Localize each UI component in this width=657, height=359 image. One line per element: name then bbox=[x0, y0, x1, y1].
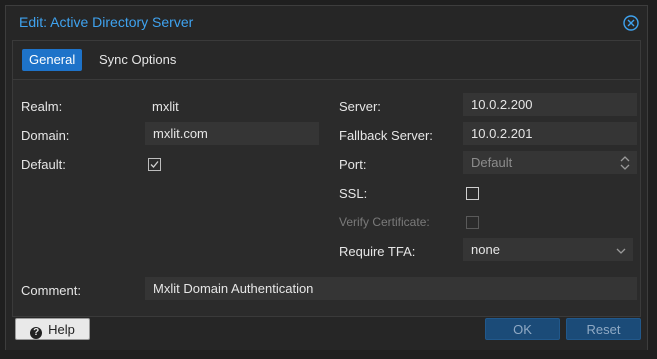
dialog-title: Edit: Active Directory Server bbox=[19, 14, 194, 30]
help-button[interactable]: ? Help bbox=[15, 318, 90, 340]
fallback-server-label: Fallback Server: bbox=[339, 128, 433, 143]
reset-button[interactable]: Reset bbox=[566, 318, 641, 340]
domain-field[interactable]: mxlit.com bbox=[145, 122, 319, 145]
dialog-footer: ? Help OK Reset bbox=[6, 317, 647, 350]
server-label: Server: bbox=[339, 99, 381, 114]
form-panel: General Sync Options Realm: mxlit Domain… bbox=[12, 40, 641, 317]
port-placeholder: Default bbox=[471, 155, 513, 170]
tab-sync-options[interactable]: Sync Options bbox=[92, 49, 183, 71]
default-checkbox[interactable] bbox=[148, 158, 161, 171]
port-label: Port: bbox=[339, 157, 367, 172]
tab-general[interactable]: General bbox=[22, 49, 83, 71]
ssl-label: SSL: bbox=[339, 186, 368, 201]
comment-label: Comment: bbox=[21, 283, 81, 298]
fallback-server-field[interactable]: 10.0.2.201 bbox=[463, 122, 637, 145]
require-tfa-value: none bbox=[471, 242, 500, 257]
server-field[interactable]: 10.0.2.200 bbox=[463, 93, 637, 116]
require-tfa-select[interactable]: none bbox=[463, 238, 633, 261]
help-icon: ? bbox=[30, 327, 43, 339]
tab-bar: General Sync Options bbox=[13, 41, 640, 80]
close-icon[interactable] bbox=[623, 15, 639, 31]
verify-certificate-label: Verify Certificate: bbox=[339, 215, 430, 229]
spinner-arrows-icon[interactable] bbox=[619, 156, 631, 170]
realm-label: Realm: bbox=[21, 99, 63, 114]
realm-value: mxlit bbox=[152, 99, 179, 114]
edit-ad-server-dialog: Edit: Active Directory Server General Sy… bbox=[5, 5, 648, 350]
port-field[interactable]: Default bbox=[463, 151, 637, 174]
comment-field[interactable]: Mxlit Domain Authentication bbox=[145, 277, 637, 300]
chevron-down-icon[interactable] bbox=[615, 244, 627, 258]
ssl-checkbox[interactable] bbox=[466, 187, 479, 200]
require-tfa-label: Require TFA: bbox=[339, 244, 416, 259]
checkmark-icon bbox=[150, 161, 159, 168]
help-button-label: Help bbox=[48, 322, 75, 337]
domain-label: Domain: bbox=[21, 128, 70, 143]
ok-button[interactable]: OK bbox=[485, 318, 560, 340]
verify-certificate-checkbox[interactable] bbox=[466, 216, 479, 229]
dialog-titlebar[interactable]: Edit: Active Directory Server bbox=[6, 6, 647, 39]
default-label: Default: bbox=[21, 157, 66, 172]
